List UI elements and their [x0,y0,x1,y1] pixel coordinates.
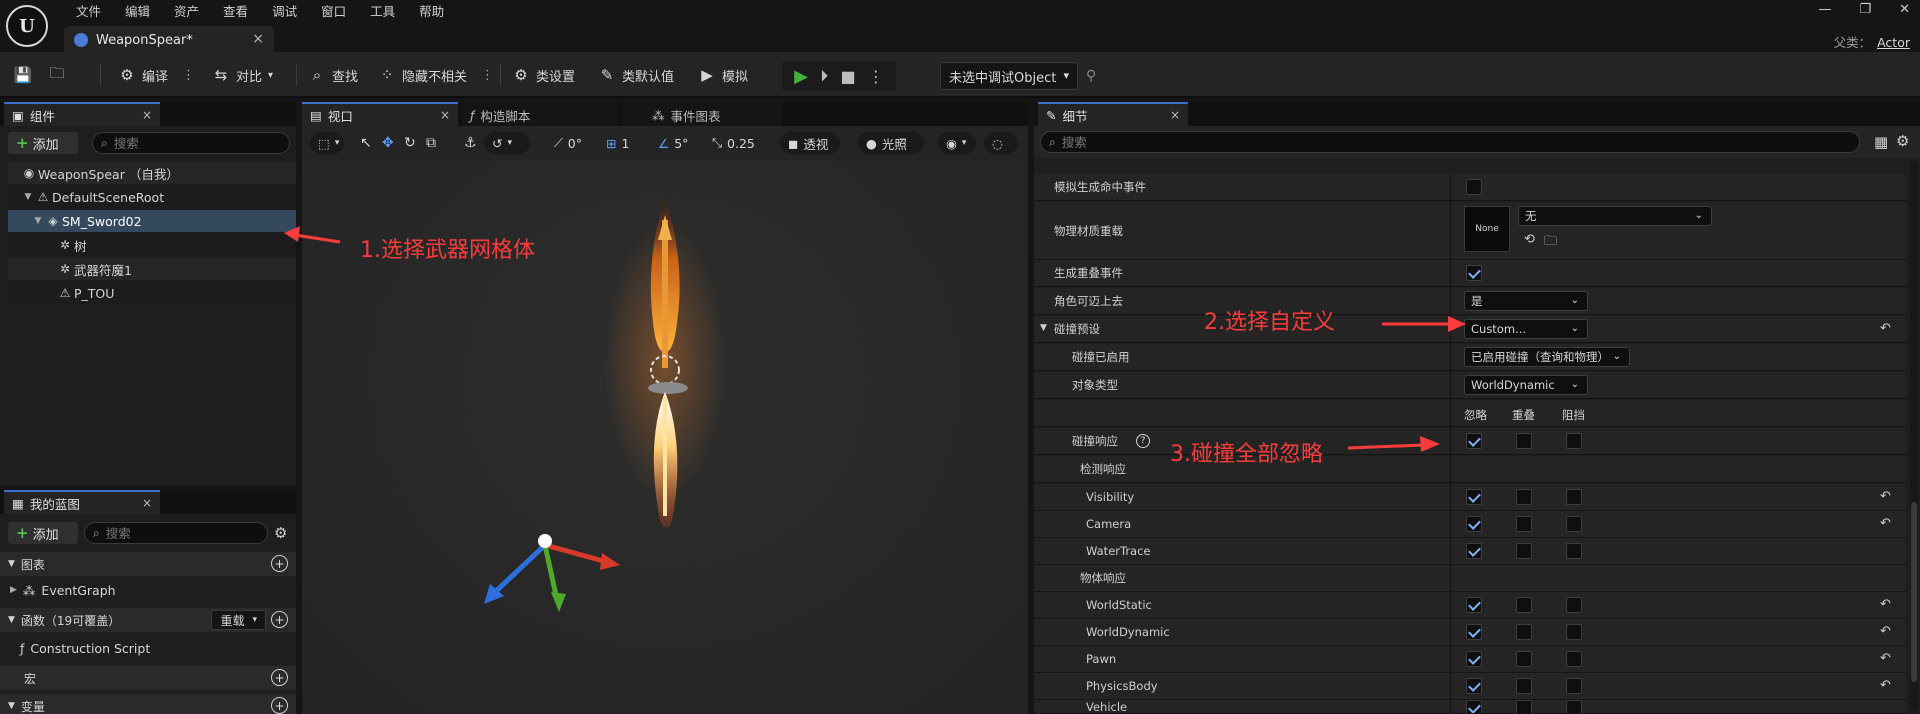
arrowhead-step3 [1420,436,1440,452]
arrowhead-step2 [1448,316,1466,332]
annotation-step3: 3.碰撞全部忽略 [1170,442,1323,467]
annotation-arrows [284,226,1466,452]
arrowhead-step1 [284,226,300,242]
annotation-step2: 2.选择自定义 [1204,310,1335,335]
arrow-step1 [294,233,341,244]
arrow-step3 [1347,443,1425,450]
annotation-step1: 1.选择武器网格体 [360,238,535,263]
